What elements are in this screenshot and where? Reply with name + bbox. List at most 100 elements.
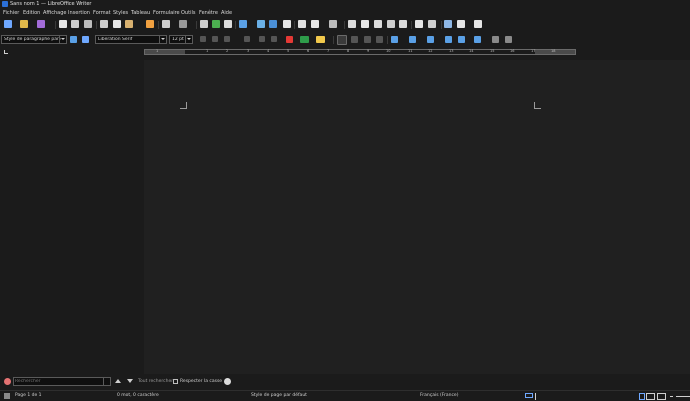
chevron-down-icon[interactable] bbox=[159, 36, 166, 43]
insert-table-icon[interactable] bbox=[239, 20, 247, 28]
insert-footnote-icon[interactable] bbox=[361, 20, 369, 28]
outline-list-icon[interactable] bbox=[427, 36, 434, 43]
paste-icon[interactable] bbox=[125, 20, 133, 28]
menu-affichage[interactable]: Affichage bbox=[43, 10, 67, 16]
increase-indent-icon[interactable] bbox=[445, 36, 452, 43]
clone-formatting-icon[interactable] bbox=[146, 20, 154, 28]
zoom-out-icon[interactable] bbox=[670, 396, 673, 397]
menu-format[interactable]: Format bbox=[93, 10, 111, 16]
menu-aide[interactable]: Aide bbox=[221, 10, 232, 16]
page-style[interactable]: Style de page par défaut bbox=[251, 393, 307, 398]
chevron-down-icon[interactable] bbox=[103, 378, 110, 385]
track-changes-icon[interactable] bbox=[428, 20, 436, 28]
close-find-icon[interactable] bbox=[4, 378, 11, 385]
insert-comment-icon[interactable] bbox=[415, 20, 423, 28]
chevron-down-icon[interactable] bbox=[59, 36, 66, 43]
match-case-label: Respecter la casse bbox=[180, 379, 223, 384]
align-center-icon[interactable] bbox=[351, 36, 358, 43]
chevron-down-icon[interactable] bbox=[185, 36, 192, 43]
insert-cross-reference-icon[interactable] bbox=[399, 20, 407, 28]
book-view-icon[interactable] bbox=[657, 393, 666, 400]
menu-edition[interactable]: Edition bbox=[23, 10, 40, 16]
single-page-view-icon[interactable] bbox=[639, 393, 645, 400]
draw-functions-icon[interactable] bbox=[474, 20, 482, 28]
print-icon[interactable] bbox=[71, 20, 79, 28]
new-style-icon[interactable] bbox=[82, 36, 89, 43]
basic-shapes-icon[interactable] bbox=[457, 20, 465, 28]
insert-page-break-icon[interactable] bbox=[298, 20, 306, 28]
insert-image-icon[interactable] bbox=[257, 20, 265, 28]
insert-endnote-icon[interactable] bbox=[374, 20, 382, 28]
menu-insertion[interactable]: Insertion bbox=[68, 10, 90, 16]
bullet-list-icon[interactable] bbox=[391, 36, 398, 43]
justify-icon[interactable] bbox=[376, 36, 383, 43]
decrease-indent-icon[interactable] bbox=[458, 36, 465, 43]
line-spacing-icon[interactable] bbox=[474, 36, 481, 43]
menu-fichier[interactable]: Fichier bbox=[3, 10, 19, 16]
print-preview-icon[interactable] bbox=[84, 20, 92, 28]
superscript-icon[interactable] bbox=[259, 36, 265, 42]
insert-line-icon[interactable] bbox=[444, 20, 452, 28]
tab-stop-icon[interactable] bbox=[4, 50, 8, 54]
insert-special-character-icon[interactable] bbox=[329, 20, 337, 28]
menu-formulaire[interactable]: Formulaire bbox=[153, 10, 180, 16]
font-name-select[interactable]: Liberation Serif bbox=[95, 35, 167, 44]
document-margin-area bbox=[0, 60, 144, 374]
highlight-color-icon[interactable] bbox=[316, 36, 325, 43]
find-next-icon[interactable] bbox=[127, 379, 133, 383]
insert-bookmark-icon[interactable] bbox=[387, 20, 395, 28]
menu-bar: Fichier Edition Affichage Insertion Form… bbox=[0, 9, 690, 18]
find-previous-icon[interactable] bbox=[115, 379, 121, 383]
clear-formatting-icon[interactable] bbox=[286, 36, 293, 43]
bold-icon[interactable] bbox=[200, 36, 206, 42]
align-right-icon[interactable] bbox=[364, 36, 371, 43]
font-color-icon[interactable] bbox=[300, 36, 309, 43]
paragraph-spacing-icon[interactable] bbox=[492, 36, 499, 43]
spellcheck-icon[interactable] bbox=[212, 20, 220, 28]
document-page[interactable] bbox=[144, 60, 690, 374]
find-input-box[interactable] bbox=[13, 377, 111, 386]
ruler-label: 10 bbox=[386, 49, 391, 53]
insert-textbox-icon[interactable] bbox=[283, 20, 291, 28]
numbered-list-icon[interactable] bbox=[409, 36, 416, 43]
strikethrough-icon[interactable] bbox=[244, 36, 250, 42]
cut-icon[interactable] bbox=[100, 20, 108, 28]
ruler-label: 12 bbox=[428, 49, 433, 53]
menu-fenetre[interactable]: Fenêtre bbox=[199, 10, 218, 16]
menu-styles[interactable]: Styles bbox=[113, 10, 128, 16]
redo-icon[interactable] bbox=[179, 20, 187, 28]
selection-mode-icon[interactable] bbox=[525, 393, 533, 398]
export-pdf-icon[interactable] bbox=[59, 20, 67, 28]
font-size-select[interactable]: 12 pt bbox=[169, 35, 193, 44]
update-style-icon[interactable] bbox=[70, 36, 77, 43]
find-all-button[interactable]: Tout rechercher bbox=[138, 379, 173, 384]
insert-field-icon[interactable] bbox=[311, 20, 319, 28]
match-case-checkbox[interactable] bbox=[173, 379, 178, 384]
find-replace-dialog-icon[interactable] bbox=[224, 378, 231, 385]
save-icon[interactable] bbox=[37, 20, 45, 28]
ruler-label: 4 bbox=[267, 49, 270, 53]
ruler-label: 1 bbox=[206, 49, 209, 53]
multi-page-view-icon[interactable] bbox=[646, 393, 655, 400]
page-count[interactable]: Page 1 de 1 bbox=[15, 393, 42, 398]
paragraph-style-select[interactable]: Style de paragraphe par défaut bbox=[1, 35, 67, 44]
ruler-label: 13 bbox=[449, 49, 454, 53]
open-folder-icon[interactable] bbox=[20, 20, 28, 28]
underline-icon[interactable] bbox=[224, 36, 230, 42]
find-input[interactable] bbox=[15, 378, 103, 385]
zoom-slider[interactable] bbox=[676, 396, 690, 397]
menu-outils[interactable]: Outils bbox=[181, 10, 195, 16]
formatting-marks-icon[interactable] bbox=[224, 20, 232, 28]
copy-icon[interactable] bbox=[113, 20, 121, 28]
menu-tableau[interactable]: Tableau bbox=[131, 10, 150, 16]
find-replace-icon[interactable] bbox=[200, 20, 208, 28]
insert-chart-icon[interactable] bbox=[269, 20, 277, 28]
language[interactable]: Français (France) bbox=[420, 393, 458, 398]
subscript-icon[interactable] bbox=[271, 36, 277, 42]
italic-icon[interactable] bbox=[212, 36, 218, 42]
set-paragraph-spacing-icon[interactable] bbox=[505, 36, 512, 43]
new-document-icon[interactable] bbox=[4, 20, 12, 28]
insert-hyperlink-icon[interactable] bbox=[348, 20, 356, 28]
undo-icon[interactable] bbox=[162, 20, 170, 28]
align-left-icon[interactable] bbox=[337, 35, 347, 45]
